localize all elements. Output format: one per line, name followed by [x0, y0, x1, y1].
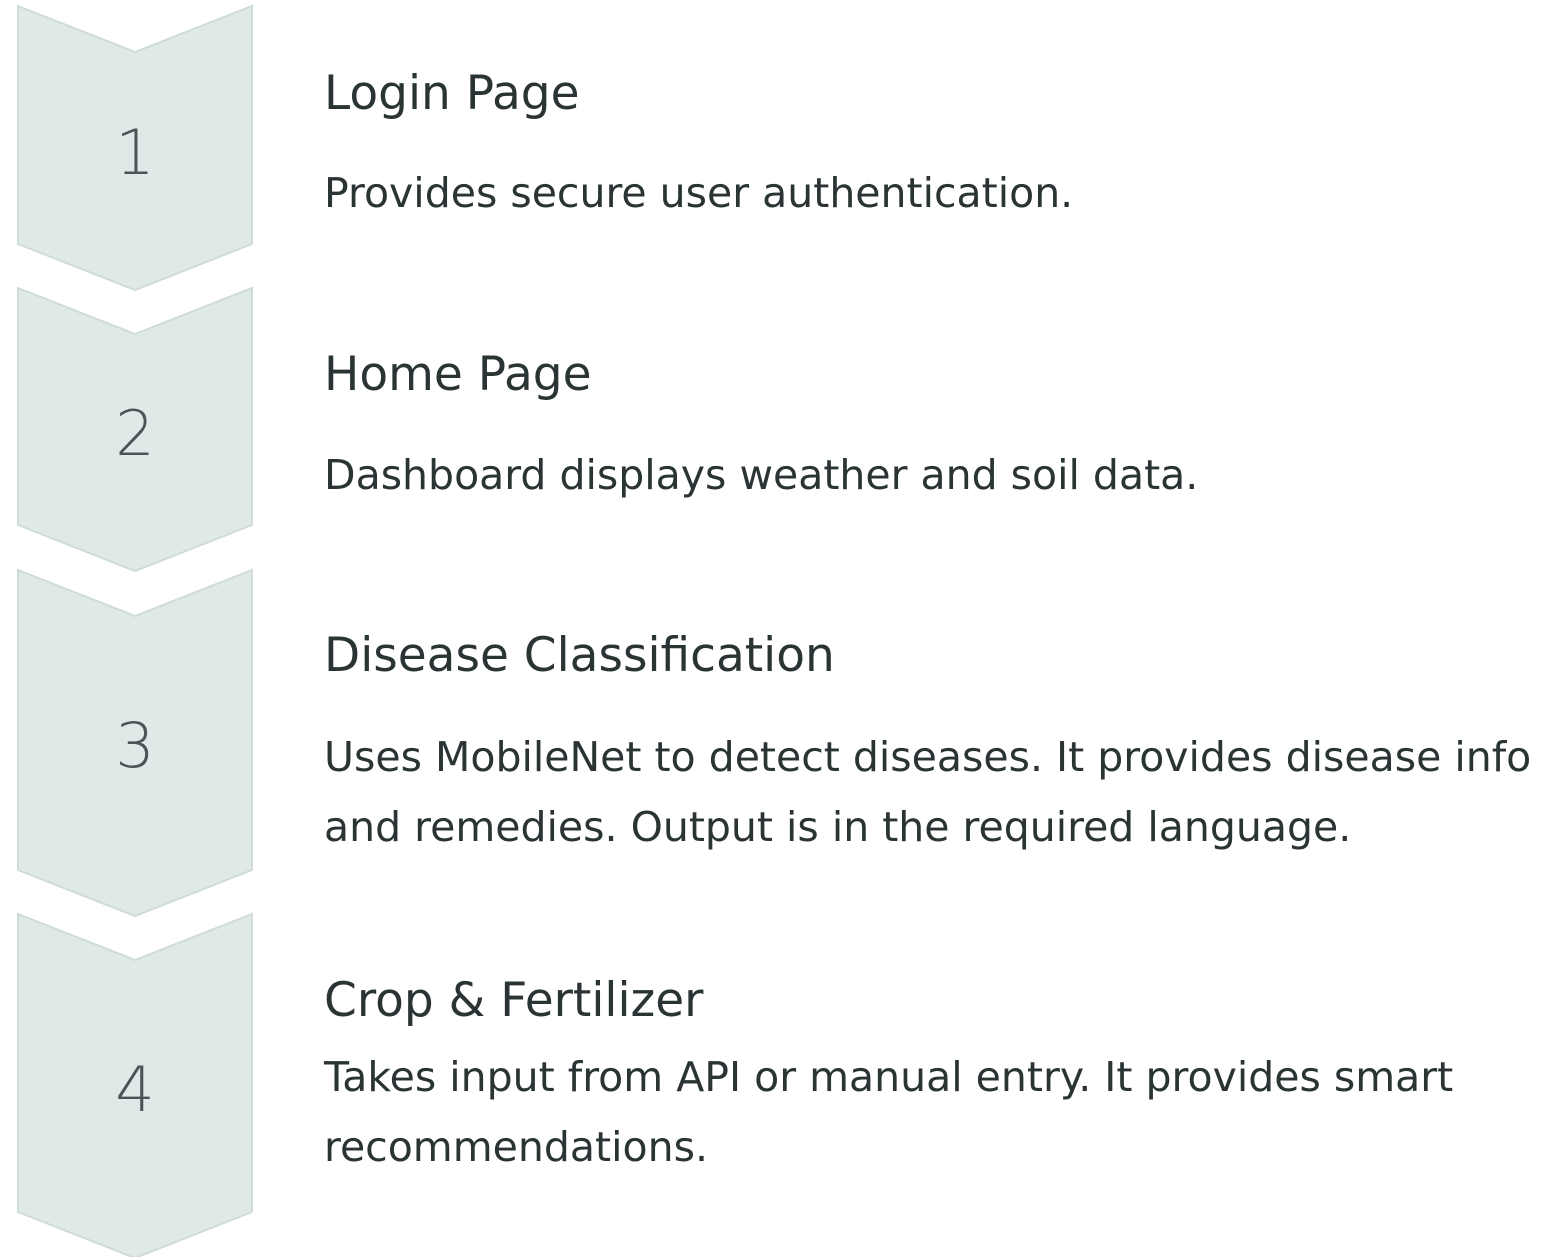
step-4-title: Crop & Fertilizer [324, 973, 704, 1028]
step-4-number: 4 [115, 1053, 155, 1126]
step-2-title: Home Page [324, 347, 592, 402]
step-2-number: 2 [115, 397, 155, 470]
step-2-description: Dashboard displays weather and soil data… [324, 451, 1199, 499]
step-1-description: Provides secure user authentication. [324, 169, 1074, 217]
step-1-number: 1 [115, 116, 155, 189]
step-3-number: 3 [115, 709, 155, 782]
step-3-title: Disease Classification [324, 628, 835, 683]
step-1-title: Login Page [324, 66, 580, 121]
step-4-description: Takes input from API or manual entry. It… [324, 1053, 1454, 1171]
step-3-description: Uses MobileNet to detect diseases. It pr… [324, 733, 1532, 851]
